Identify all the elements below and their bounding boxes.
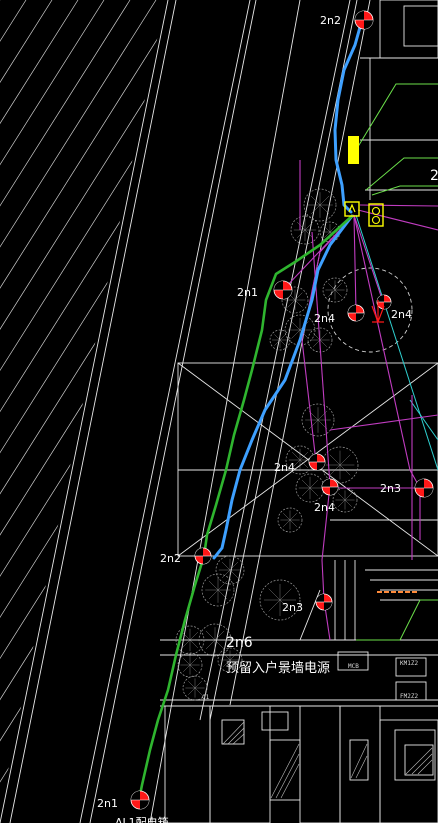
- pole-light-icon: [354, 10, 374, 30]
- pole-light-icon: [308, 453, 326, 471]
- tree-icon: [301, 403, 335, 437]
- pole-light-icon: [130, 790, 150, 810]
- label-2n4-c: 2n4: [274, 461, 295, 474]
- pole-light-icon: [194, 547, 212, 565]
- tree-icon: [259, 579, 301, 621]
- tree-icon: [295, 473, 325, 503]
- pole-light-icon: [347, 304, 365, 322]
- conduit-lines: [281, 160, 438, 641]
- wall-hatch: [222, 721, 433, 799]
- cyan-lines: [355, 214, 438, 471]
- label-2n2-low: 2n2: [160, 552, 181, 565]
- tree-icon: [290, 215, 320, 245]
- light-fixtures: [130, 10, 434, 810]
- cad-lighting-plan: 2n2 2n1 2n4 2n4 2n4 2n4 2n3 2n2 2n3 2n6 …: [0, 0, 438, 823]
- label-2n2-top: 2n2: [320, 14, 341, 27]
- tag-km2: FM2Z2: [400, 693, 418, 700]
- yellow-marker-bar: [348, 136, 359, 164]
- tag-km1: KM1Z2: [400, 660, 418, 667]
- tree-canopies: [175, 188, 359, 701]
- tree-icon: [322, 277, 348, 303]
- pole-light-icon: [273, 280, 293, 300]
- pole-light-icon: [315, 593, 333, 611]
- label-2n1-bottom: 2n1: [97, 797, 118, 810]
- labels: 2n2 2n1 2n4 2n4 2n4 2n4 2n3 2n2 2n3 2n6 …: [97, 14, 438, 823]
- leader-lines: [355, 83, 438, 641]
- tree-icon: [269, 329, 291, 351]
- pole-light-icon: [321, 478, 339, 496]
- label-2n4-b: 2n4: [391, 308, 412, 321]
- label-2n4-d: 2n4: [314, 501, 335, 514]
- tree-icon: [319, 221, 341, 243]
- pole-light-icon: [414, 478, 434, 498]
- label-distribution-box: AL1配电箱: [115, 815, 169, 823]
- label-2n3-b: 2n3: [282, 601, 303, 614]
- tree-icon: [177, 652, 203, 678]
- label-2n3-a: 2n3: [380, 482, 401, 495]
- meter-icon: [368, 203, 384, 227]
- label-2n6: 2n6: [226, 635, 253, 651]
- label-2n1-mid: 2n1: [237, 286, 258, 299]
- tag-c1: C1: [202, 694, 210, 701]
- tag-mcb: MCB: [348, 663, 359, 670]
- tree-icon: [277, 507, 303, 533]
- label-reserve-power: 预留入户景墙电源: [226, 660, 330, 676]
- label-2n4-a: 2n4: [314, 312, 335, 325]
- label-edge-2: 2: [430, 168, 438, 184]
